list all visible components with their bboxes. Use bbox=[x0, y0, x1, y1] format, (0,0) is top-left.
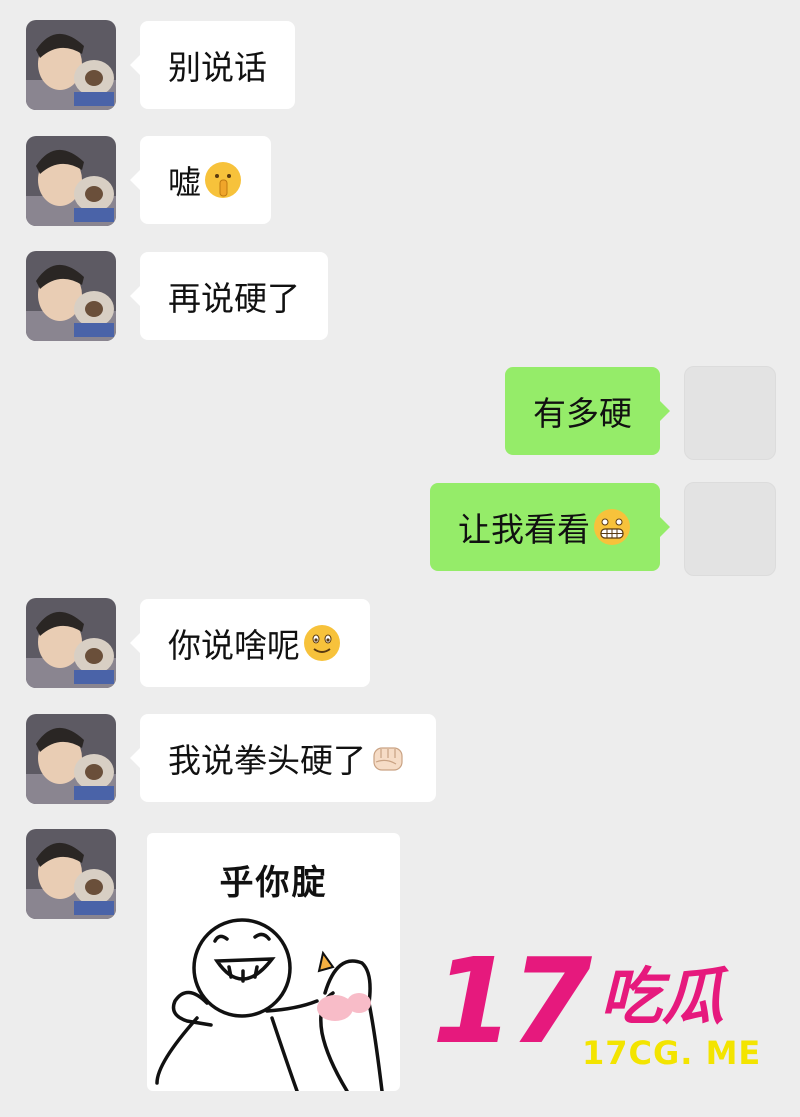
watermark-brand-text: 吃瓜 bbox=[600, 960, 725, 1033]
grimacing-face-icon bbox=[594, 509, 630, 545]
message-text: 再说硬了 bbox=[168, 279, 300, 318]
sticker-message[interactable]: 乎你腚 bbox=[147, 833, 400, 1091]
message-text: 嘘 bbox=[168, 163, 201, 202]
message-bubble[interactable]: 让我看看 bbox=[430, 483, 670, 571]
message-bubble[interactable]: 再说硬了 bbox=[130, 252, 328, 340]
message-bubble[interactable]: 有多硬 bbox=[505, 367, 670, 455]
contact-avatar[interactable] bbox=[26, 251, 116, 341]
message-bubble[interactable]: 我说拳头硬了 bbox=[130, 714, 436, 802]
shushing-face-icon bbox=[205, 162, 241, 198]
contact-avatar[interactable] bbox=[26, 598, 116, 688]
message-bubble[interactable]: 你说啥呢 bbox=[130, 599, 370, 687]
message-text: 我说拳头硬了 bbox=[168, 741, 366, 780]
user-avatar[interactable] bbox=[684, 366, 776, 460]
sticker-drawing bbox=[155, 918, 384, 1091]
watermark-site: 17CG. ME bbox=[582, 1034, 762, 1072]
message-bubble[interactable]: 嘘 bbox=[130, 136, 271, 224]
message-text: 别说话 bbox=[168, 48, 267, 87]
message-text: 让我看看 bbox=[458, 510, 590, 549]
message-bubble[interactable]: 别说话 bbox=[130, 21, 295, 109]
contact-avatar[interactable] bbox=[26, 829, 116, 919]
contact-avatar[interactable] bbox=[26, 714, 116, 804]
user-avatar[interactable] bbox=[684, 482, 776, 576]
smiling-face-icon bbox=[304, 625, 340, 661]
watermark-number: 17 bbox=[432, 932, 592, 1070]
fist-icon bbox=[373, 747, 403, 771]
contact-avatar[interactable] bbox=[26, 20, 116, 110]
message-text: 你说啥呢 bbox=[168, 626, 300, 665]
contact-avatar[interactable] bbox=[26, 136, 116, 226]
message-text: 有多硬 bbox=[533, 394, 632, 433]
watermark-logo: 17 吃瓜 17CG. ME bbox=[432, 932, 782, 1077]
